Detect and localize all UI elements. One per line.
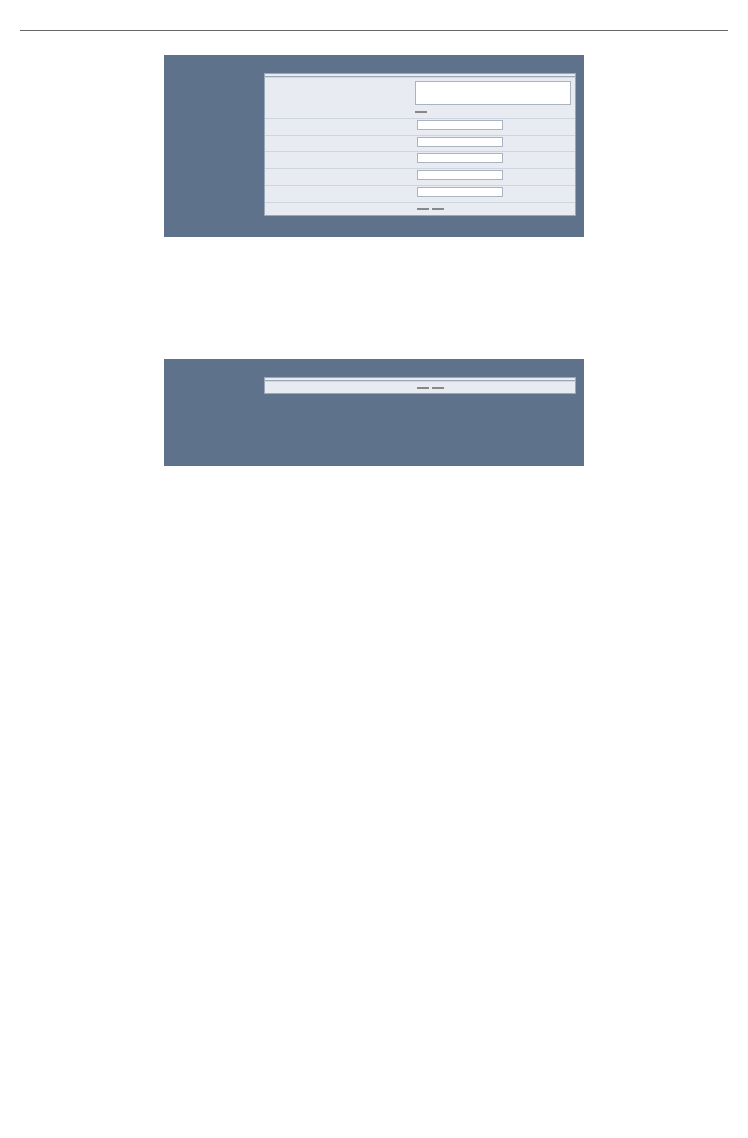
host-input[interactable] bbox=[417, 137, 503, 147]
sidebar bbox=[164, 371, 260, 383]
password-label bbox=[265, 186, 413, 202]
refresh-button[interactable] bbox=[415, 111, 427, 113]
httpport-label bbox=[265, 152, 413, 168]
device-list-box[interactable] bbox=[415, 81, 571, 105]
password-input[interactable] bbox=[417, 187, 503, 197]
user-label bbox=[265, 169, 413, 185]
add-button[interactable] bbox=[417, 208, 429, 210]
banner bbox=[164, 359, 584, 371]
sidebar bbox=[164, 67, 260, 79]
device-list-heading bbox=[265, 78, 411, 118]
footnote bbox=[264, 220, 576, 229]
httpport-input[interactable] bbox=[417, 153, 503, 163]
remove-button[interactable] bbox=[432, 208, 444, 210]
host-label bbox=[265, 136, 413, 152]
alias-label bbox=[265, 119, 413, 135]
banner bbox=[164, 55, 584, 67]
refresh-button[interactable] bbox=[432, 387, 444, 389]
user-input[interactable] bbox=[417, 170, 503, 180]
alias-input[interactable] bbox=[417, 120, 503, 130]
screenshot-multi-device bbox=[164, 55, 584, 237]
submit-button[interactable] bbox=[417, 387, 429, 389]
divider bbox=[20, 30, 728, 31]
screenshot-basic-network bbox=[164, 359, 584, 467]
